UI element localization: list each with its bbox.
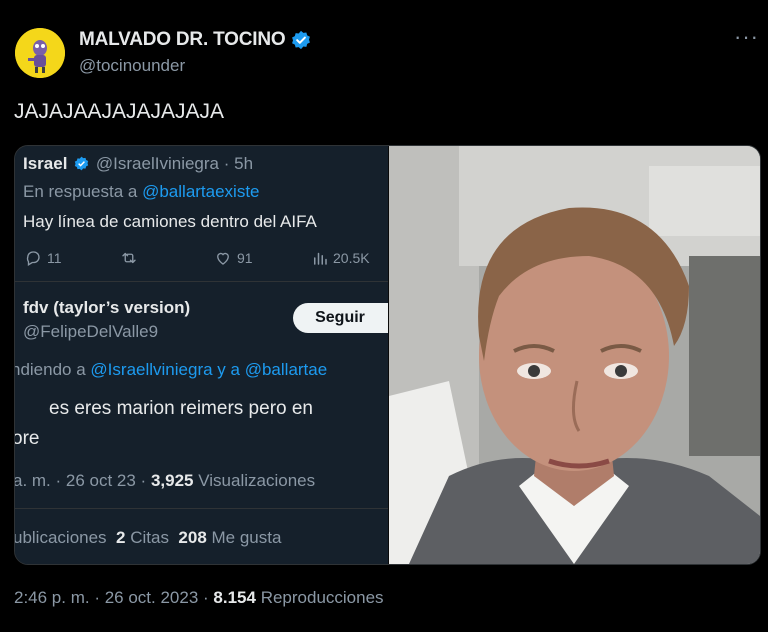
divider — [15, 281, 388, 282]
like-count-value: 91 — [237, 250, 253, 266]
follow-button: Seguir — [293, 303, 388, 333]
repost-icon — [122, 252, 136, 264]
reply-tweet-reply-prefix: ndiendo a — [15, 360, 86, 379]
reply-tweet-likes-count: 208 — [178, 528, 207, 547]
top-tweet-name: Israel — [23, 154, 68, 173]
view-count: 20.5K — [311, 249, 370, 267]
reply-tweet-quotes-count: 2 — [116, 528, 126, 547]
reply-tweet-text-line2: ore — [15, 428, 40, 449]
reply-tweet-time: a. m. · 26 oct 23 · — [15, 471, 147, 490]
top-tweet-text: Hay línea de camiones dentro del AIFA — [23, 212, 317, 231]
top-tweet-reply-line: En respuesta a @ballartaexiste — [23, 182, 260, 202]
author-name-row: MALVADO DR. TOCINO — [79, 29, 311, 51]
tweet-views-count: 8.154 — [213, 588, 256, 607]
yellow-cartoon-avatar-icon — [15, 28, 65, 78]
top-tweet-reply-target: @ballartaexiste — [142, 182, 260, 201]
reply-tweet-quotes-label: Citas — [130, 528, 169, 547]
reply-tweet-target-2: @ballartae — [244, 360, 328, 379]
man-portrait-image — [389, 146, 760, 564]
author-display-name[interactable]: MALVADO DR. TOCINO — [79, 29, 286, 51]
reply-tweet-engagement-line: ublicaciones 2 Citas 208 Me gusta — [15, 528, 281, 548]
top-tweet-reply-prefix: En respuesta a — [23, 182, 138, 201]
reply-tweet-time-line: a. m. · 26 oct 23 · 3,925 Visualizacione… — [15, 471, 315, 491]
heart-icon — [217, 252, 229, 265]
reply-count: 11 — [23, 249, 62, 267]
quoted-screenshot: Israel @IsraelIviniegra · 5h En respuest… — [15, 146, 388, 564]
repost-count — [118, 249, 140, 267]
avatar[interactable] — [15, 28, 65, 78]
author-handle[interactable]: @tocinounder — [79, 56, 185, 76]
tweet-timestamp[interactable]: 2:46 p. m. · 26 oct. 2023 · — [14, 588, 209, 607]
reply-tweet-reposts-label: ublicaciones — [15, 528, 107, 547]
like-count: 91 — [213, 249, 253, 267]
view-count-value: 20.5K — [333, 250, 370, 266]
reply-tweet-likes-label: Me gusta — [211, 528, 282, 547]
divider — [15, 508, 388, 509]
reply-tweet-views-label: Visualizaciones — [198, 471, 316, 490]
portrait-photo — [389, 146, 760, 564]
tweet-footer: 2:46 p. m. · 26 oct. 2023 · 8.154 Reprod… — [14, 588, 384, 608]
verified-badge-icon[interactable] — [291, 30, 311, 50]
reply-icon — [26, 251, 40, 266]
reply-tweet-reply-line: ndiendo a @Israellviniegra y a @ballarta… — [15, 360, 327, 380]
tweet-media[interactable]: Israel @IsraelIviniegra · 5h En respuest… — [14, 145, 761, 565]
reply-tweet-text-line1: es eres marion reimers pero en — [49, 398, 313, 419]
tweet-views-label: Reproducciones — [260, 588, 384, 607]
top-tweet-handle: @IsraelIviniegra — [95, 154, 219, 173]
reply-tweet-target-1: @Israellviniegra — [90, 360, 213, 379]
reply-tweet-handle: @FelipeDelValle9 — [23, 322, 159, 341]
reply-tweet-name: fdv (taylor’s version) — [23, 298, 191, 317]
more-options-icon[interactable]: ··· — [734, 24, 759, 50]
verified-badge-icon — [74, 156, 89, 171]
reply-count-value: 11 — [47, 250, 62, 266]
top-tweet-header: Israel @IsraelIviniegra · 5h — [23, 154, 253, 174]
reply-tweet-views-count: 3,925 — [150, 471, 194, 490]
top-tweet-time: · 5h — [223, 154, 254, 173]
tweet-text: JAJAJAAJAJAJAJAJA — [14, 100, 225, 123]
analytics-icon — [314, 252, 327, 265]
reply-tweet-reply-mid: y a — [217, 360, 240, 379]
